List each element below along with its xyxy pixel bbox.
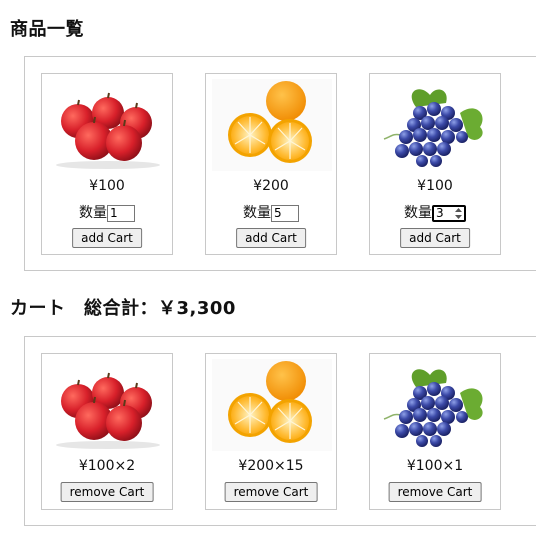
orange-image [212, 79, 332, 171]
cart-list: ¥100×2 remove Cart ¥200×15 remove Cart ¥… [24, 336, 536, 526]
quantity-row: 数量 [206, 202, 336, 222]
cart-item-grape: ¥100×1 remove Cart [369, 353, 501, 510]
quantity-row: 数量 [370, 202, 500, 222]
cart-item-apple: ¥100×2 remove Cart [41, 353, 173, 510]
cart-line-total: ¥200×15 [238, 458, 304, 474]
add-cart-button[interactable]: add Cart [72, 228, 142, 248]
quantity-input[interactable] [271, 204, 299, 222]
orange-image [212, 359, 332, 451]
product-card-apple: ¥100 数量 add Cart [41, 73, 173, 255]
stepper-icon[interactable] [454, 207, 463, 220]
page-title: 商品一覧 [10, 19, 84, 40]
remove-cart-button[interactable]: remove Cart [224, 482, 318, 502]
product-card-orange: ¥200 数量 add Cart [205, 73, 337, 255]
product-list: ¥100 数量 add Cart ¥200 数量 add Cart ¥100 数… [24, 56, 536, 271]
remove-cart-button[interactable]: remove Cart [60, 482, 154, 502]
quantity-label: 数量 [243, 205, 271, 221]
add-cart-button[interactable]: add Cart [236, 228, 306, 248]
cart-line-total: ¥100×2 [78, 458, 136, 474]
product-price: ¥200 [253, 178, 289, 194]
product-price: ¥100 [89, 178, 125, 194]
apple-image [48, 79, 168, 171]
grape-image [376, 359, 496, 451]
quantity-label: 数量 [404, 205, 432, 221]
grape-image [376, 79, 496, 171]
add-cart-button[interactable]: add Cart [400, 228, 470, 248]
quantity-row: 数量 [42, 202, 172, 222]
quantity-input[interactable] [107, 204, 135, 222]
apple-image [48, 359, 168, 451]
quantity-label: 数量 [79, 205, 107, 221]
cart-title: カート 総合計：￥3,300 [10, 298, 236, 319]
remove-cart-button[interactable]: remove Cart [388, 482, 482, 502]
cart-item-orange: ¥200×15 remove Cart [205, 353, 337, 510]
product-card-grape: ¥100 数量 add Cart [369, 73, 501, 255]
cart-line-total: ¥100×1 [406, 458, 464, 474]
product-price: ¥100 [417, 178, 453, 194]
